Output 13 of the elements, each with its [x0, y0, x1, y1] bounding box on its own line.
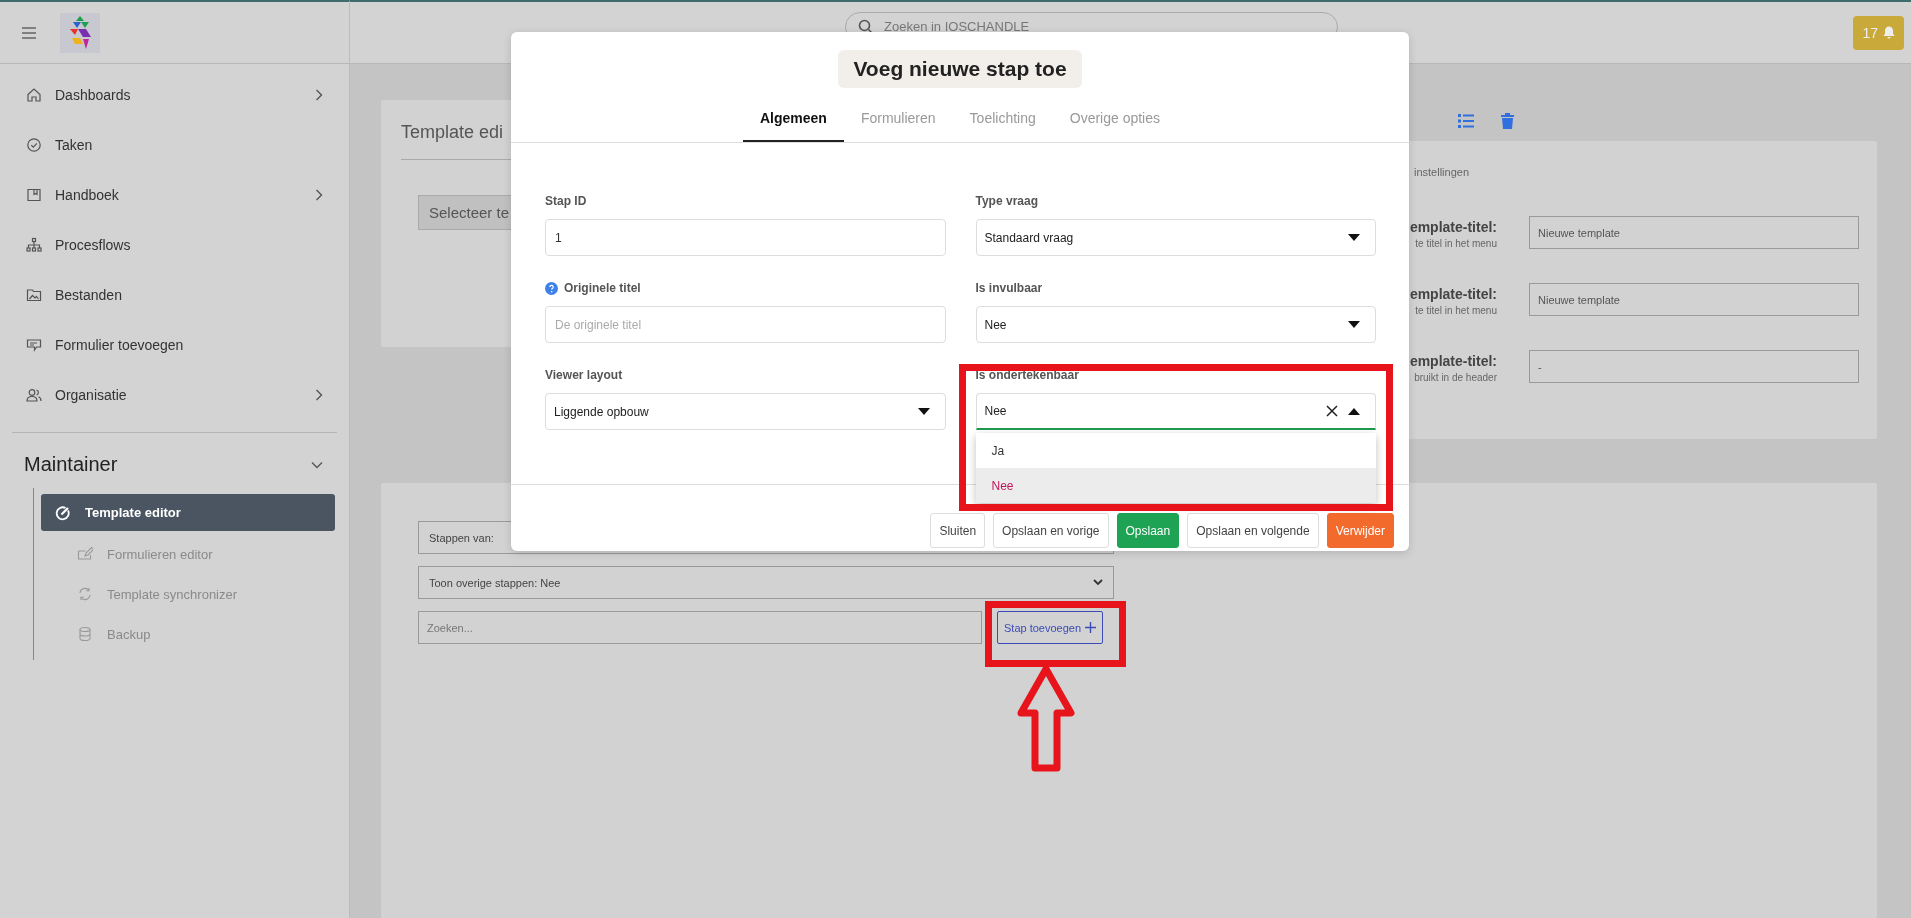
field-label: emplate-titel:	[1408, 353, 1497, 369]
field-hint: te titel in het menu	[1414, 305, 1497, 316]
field-label: Type vraag	[975, 194, 1038, 208]
field-label: emplate-titel:	[1408, 286, 1497, 302]
field-label: Originele titel	[564, 281, 641, 295]
field-label: Is invulbaar	[975, 281, 1043, 295]
field-label: emplate-titel:	[1408, 219, 1497, 235]
field-hint: te titel in het menu	[1414, 238, 1497, 249]
field-hint: bruikt in de header	[1413, 372, 1497, 383]
section-heading: instellingen	[1413, 166, 1471, 178]
dialog-title: Voeg nieuwe stap toe	[838, 50, 1082, 88]
field-label: Viewer layout	[545, 368, 623, 382]
field-label: Stap ID	[545, 194, 587, 208]
